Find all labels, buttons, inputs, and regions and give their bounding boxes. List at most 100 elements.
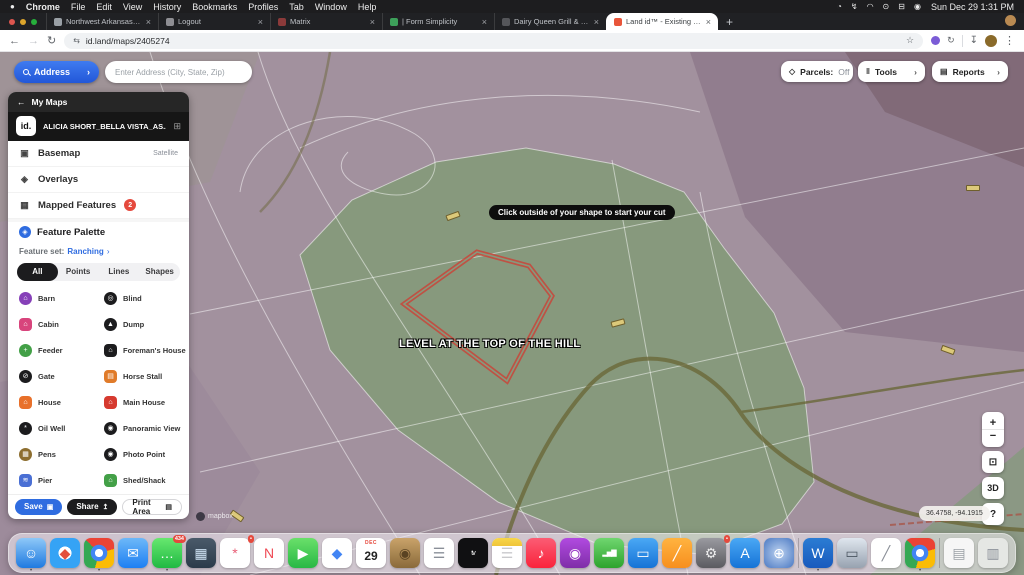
siri-icon[interactable]: ◉ [914, 2, 921, 11]
dock-separator[interactable] [939, 538, 940, 568]
back-arrow-icon[interactable]: ← [17, 97, 26, 107]
feature-item[interactable]: ▦ Pens [19, 442, 104, 468]
sidebar-section[interactable]: ▦ Mapped Features 2 [8, 193, 189, 219]
globe-app-icon[interactable]: ⊕ [764, 538, 794, 568]
address-mode-button[interactable]: Address › [14, 61, 99, 83]
extension-icon[interactable] [931, 36, 940, 45]
extension-refresh-icon[interactable]: ↻ [947, 35, 955, 46]
menu-item[interactable]: Bookmarks [192, 2, 237, 12]
tab-close-icon[interactable]: × [594, 17, 599, 27]
feature-item[interactable]: ▤ Horse Stall [104, 364, 189, 390]
app-store-icon[interactable]: A [730, 538, 760, 568]
reminders-icon[interactable]: ☰ [424, 538, 454, 568]
browser-tab[interactable]: Dairy Queen Grill & Chill to A... × [494, 13, 606, 30]
menu-item[interactable]: Edit [96, 2, 112, 12]
textedit-icon[interactable]: ╱ [871, 538, 901, 568]
sidebar-section[interactable]: ◈ Overlays [8, 167, 189, 193]
zoom-in-button[interactable]: + [982, 417, 1004, 429]
tab-close-icon[interactable]: × [482, 17, 487, 27]
feature-set-link[interactable]: Ranching [67, 247, 103, 256]
feature-item[interactable]: + Feeder [19, 338, 104, 364]
site-info-icon[interactable]: ⇆ [73, 36, 80, 45]
browser-avatar[interactable] [985, 35, 997, 47]
browser-tab[interactable]: Land id™ - Existing Map Edit × [606, 13, 718, 30]
menu-item[interactable]: Help [358, 2, 377, 12]
palette-tab[interactable]: Lines [99, 263, 140, 281]
palette-tab[interactable]: All [17, 263, 58, 281]
feature-item[interactable]: ⌂ Barn [19, 286, 104, 312]
feature-item[interactable]: ◎ Blind [104, 286, 189, 312]
feature-item[interactable]: ⌂ Cabin [19, 312, 104, 338]
menu-item[interactable]: Profiles [248, 2, 278, 12]
chrome-window-icon[interactable]: • [905, 538, 935, 568]
window-minimize-icon[interactable] [20, 19, 26, 25]
minimized-window-icon[interactable]: ▭ [837, 538, 867, 568]
launchpad-icon[interactable]: ▦ [186, 538, 216, 568]
menubar-clock[interactable]: Sun Dec 29 1:31 PM [931, 2, 1014, 12]
bookmark-star-icon[interactable]: ☆ [906, 35, 914, 46]
print-area-button[interactable]: Print Area ▤ [122, 499, 182, 515]
downloads-icon[interactable]: ↧ [970, 35, 978, 46]
menu-item[interactable]: View [123, 2, 142, 12]
save-button[interactable]: Save ▣ [15, 499, 62, 515]
word-icon[interactable]: W • [803, 538, 833, 568]
feature-item[interactable]: ⌂ Shed/Shack [104, 468, 189, 494]
panel-header[interactable]: ← My Maps [8, 92, 189, 112]
settings-icon[interactable]: ⚙ • [696, 538, 726, 568]
control-center-icon[interactable]: ⊟ [898, 2, 905, 11]
tools-button[interactable]: ‖ Tools › [858, 61, 925, 82]
apple-menu-icon[interactable]: ● [10, 2, 15, 11]
tab-close-icon[interactable]: × [706, 17, 711, 27]
tab-close-icon[interactable]: × [258, 17, 263, 27]
mail-icon[interactable]: ✉ [118, 538, 148, 568]
zoom-out-button[interactable]: − [982, 429, 1004, 442]
messages-icon[interactable]: … 434 • [152, 538, 182, 568]
parcels-toggle-button[interactable]: ◇ Parcels: Off [781, 61, 853, 82]
menu-item[interactable]: History [153, 2, 181, 12]
calendar-icon[interactable]: DEC 29 [356, 538, 386, 568]
facetime-icon[interactable]: ▶ [288, 538, 318, 568]
podcasts-icon[interactable]: ◉ [560, 538, 590, 568]
reload-button[interactable]: ↻ [47, 34, 56, 47]
browser-tab[interactable]: Logout × [158, 13, 270, 30]
maps-icon[interactable]: ◆ [322, 538, 352, 568]
back-button[interactable]: ← [9, 35, 20, 47]
feature-item[interactable]: ⌂ Foreman's House [104, 338, 189, 364]
menu-item[interactable]: File [71, 2, 86, 12]
menu-item[interactable]: Window [315, 2, 347, 12]
window-close-icon[interactable] [9, 19, 15, 25]
music-icon[interactable]: ♪ [526, 538, 556, 568]
feature-item[interactable]: ≋ Pier [19, 468, 104, 494]
feature-item[interactable]: ▲ Dump [104, 312, 189, 338]
locate-button[interactable]: ⊡ [982, 451, 1004, 473]
mapbox-label[interactable]: mapbox [208, 513, 233, 520]
safari-icon[interactable]: ◆ [50, 538, 80, 568]
chevron-right-icon[interactable]: › [107, 247, 110, 256]
numbers-icon[interactable]: ▂▅▇ [594, 538, 624, 568]
notes-icon[interactable]: ☰ [492, 538, 522, 568]
export-icon[interactable]: ⊞ [173, 121, 181, 132]
window-zoom-icon[interactable] [31, 19, 37, 25]
sidebar-section[interactable]: ▣ Basemap Satellite [8, 141, 189, 167]
forward-button[interactable]: → [28, 35, 39, 47]
feature-item[interactable]: ⌂ House [19, 390, 104, 416]
menu-item[interactable]: Tab [289, 2, 304, 12]
profile-chip[interactable] [1005, 15, 1016, 26]
address-search-input[interactable] [105, 61, 252, 83]
chrome-icon[interactable]: • [84, 538, 114, 568]
pages-icon[interactable]: ╱ [662, 538, 692, 568]
share-button[interactable]: Share ↥ [67, 499, 117, 515]
new-tab-button[interactable]: + [726, 15, 733, 29]
keynote-icon[interactable]: ▭ [628, 538, 658, 568]
wifi-icon[interactable]: ◠ [867, 2, 874, 11]
tab-close-icon[interactable]: × [146, 17, 151, 27]
palette-tab[interactable]: Points [58, 263, 99, 281]
trash-icon[interactable]: ▥ [978, 538, 1008, 568]
feature-item[interactable]: ⌂ Main House [104, 390, 189, 416]
palette-tab[interactable]: Shapes [139, 263, 180, 281]
browser-tab[interactable]: Northwest Arkansas Board ... × [46, 13, 158, 30]
address-bar[interactable]: ⇆ id.land/maps/2405274 ☆ [64, 33, 923, 49]
document-icon[interactable]: ▤ [944, 538, 974, 568]
browser-tab[interactable]: | Form Simplicity × [382, 13, 494, 30]
photos-icon[interactable]: * • [220, 538, 250, 568]
